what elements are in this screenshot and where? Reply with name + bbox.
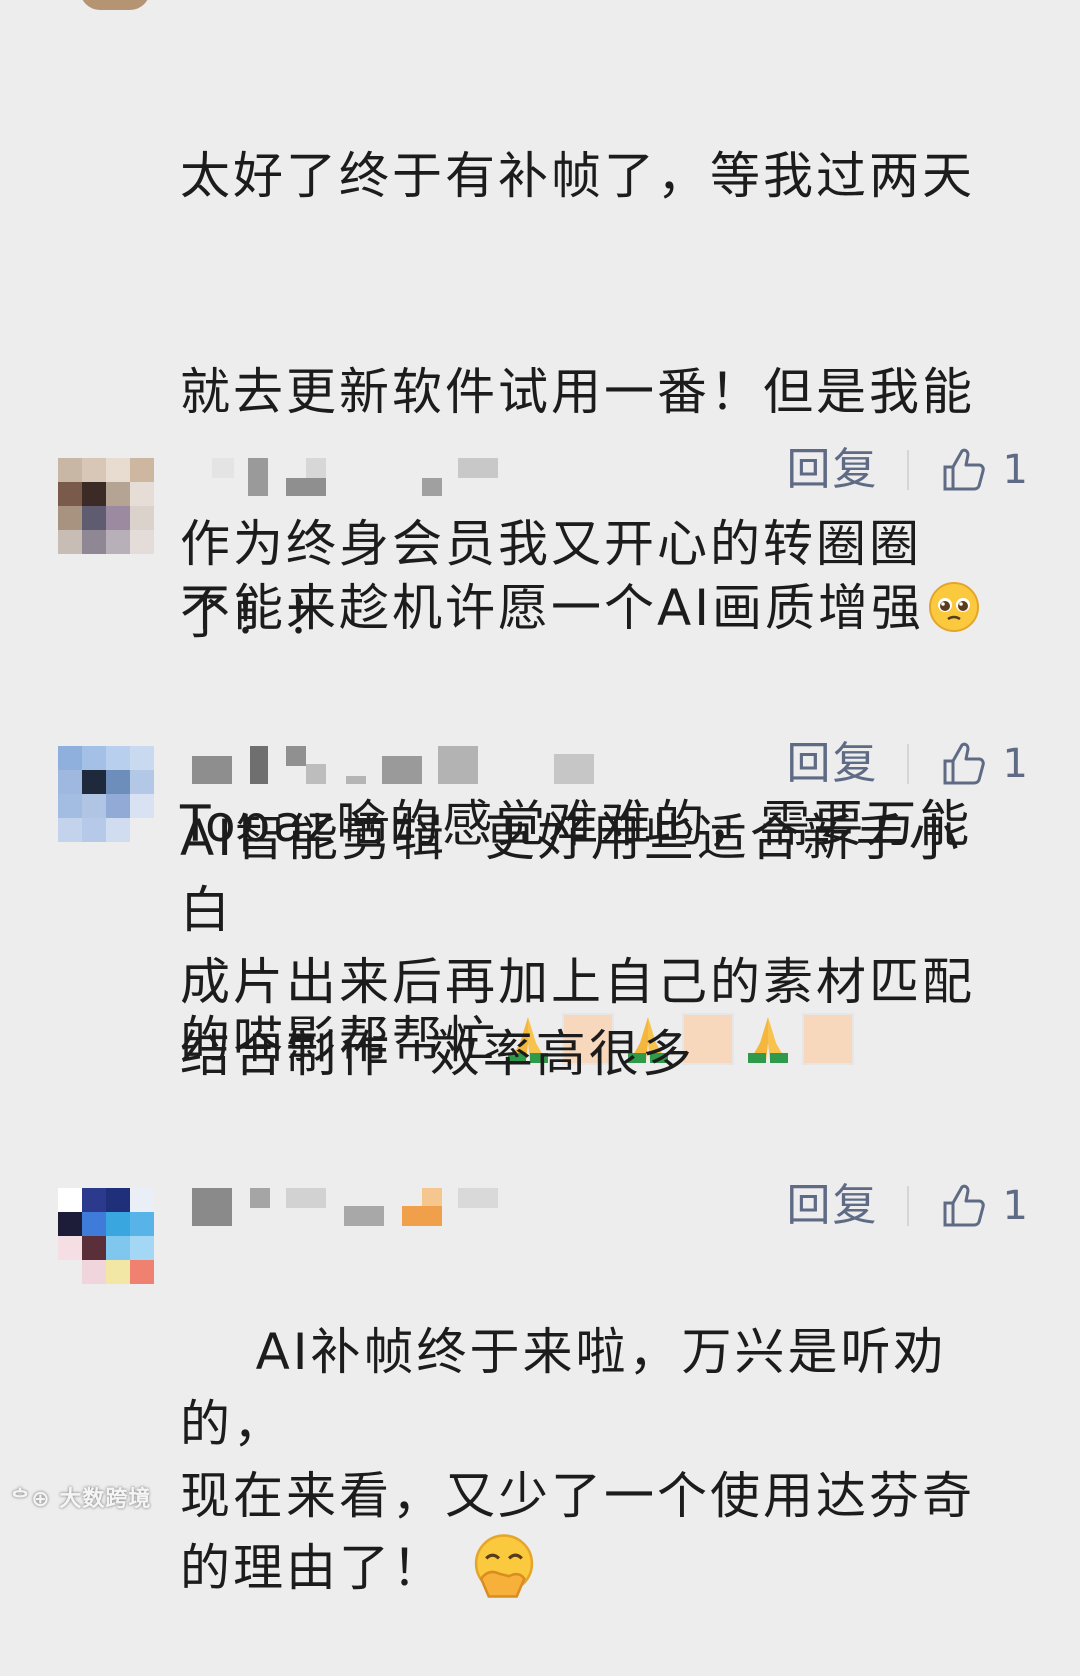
username-blurred[interactable] bbox=[182, 458, 512, 496]
comment-text: 作为终身会员我又开心的转圈圈 了！！ bbox=[180, 515, 922, 645]
like-count: 1 bbox=[1002, 741, 1028, 787]
reply-button[interactable]: 回复 bbox=[787, 448, 909, 492]
avatar[interactable] bbox=[58, 458, 154, 554]
watermark-logo-icon: ᅌ⊕ bbox=[10, 1487, 60, 1512]
comment-actions: 回复 1 bbox=[787, 736, 1028, 792]
reply-button[interactable]: 回复 bbox=[787, 1184, 909, 1228]
reply-button[interactable]: 回复 bbox=[787, 742, 909, 786]
username-blurred[interactable] bbox=[182, 1188, 502, 1226]
comment-text-body: AI补帧终于来啦，万兴是听劝的， 现在来看，又少了一个使用达芬奇 的理由了！ bbox=[180, 1323, 975, 1597]
like-count: 1 bbox=[1002, 1183, 1028, 1229]
watermark: ᅌ⊕ 大数跨境 bbox=[10, 1487, 152, 1512]
like-button[interactable]: 1 bbox=[939, 739, 1028, 789]
comment-actions: 回复 1 bbox=[787, 442, 1028, 498]
comment-text-line: 就去更新软件试用一番！但是我能 bbox=[180, 363, 975, 421]
like-count: 1 bbox=[1002, 447, 1028, 493]
avatar[interactable] bbox=[80, 0, 150, 10]
comment-actions: 回复 1 bbox=[787, 1178, 1028, 1234]
like-button[interactable]: 1 bbox=[939, 1181, 1028, 1231]
comment-text: AI智能剪辑 更好用些适合新手小 白 成片出来后再加上自己的素材匹配 结合制作 … bbox=[180, 809, 975, 1083]
avatar[interactable] bbox=[58, 1188, 154, 1284]
face-with-hand-over-mouth-icon bbox=[474, 1534, 534, 1598]
thumbs-up-icon bbox=[943, 742, 985, 785]
thumbs-up-icon bbox=[943, 1184, 985, 1227]
thumbs-up-icon bbox=[943, 448, 985, 491]
comment-text-line: 太好了终于有补帧了，等我过两天 bbox=[180, 147, 975, 205]
like-button[interactable]: 1 bbox=[939, 445, 1028, 495]
avatar[interactable] bbox=[58, 746, 154, 842]
username-blurred[interactable] bbox=[182, 746, 602, 784]
comment-text: AI补帧终于来啦，万兴是听劝的， 现在来看，又少了一个使用达芬奇 的理由了！ bbox=[180, 1244, 1030, 1676]
